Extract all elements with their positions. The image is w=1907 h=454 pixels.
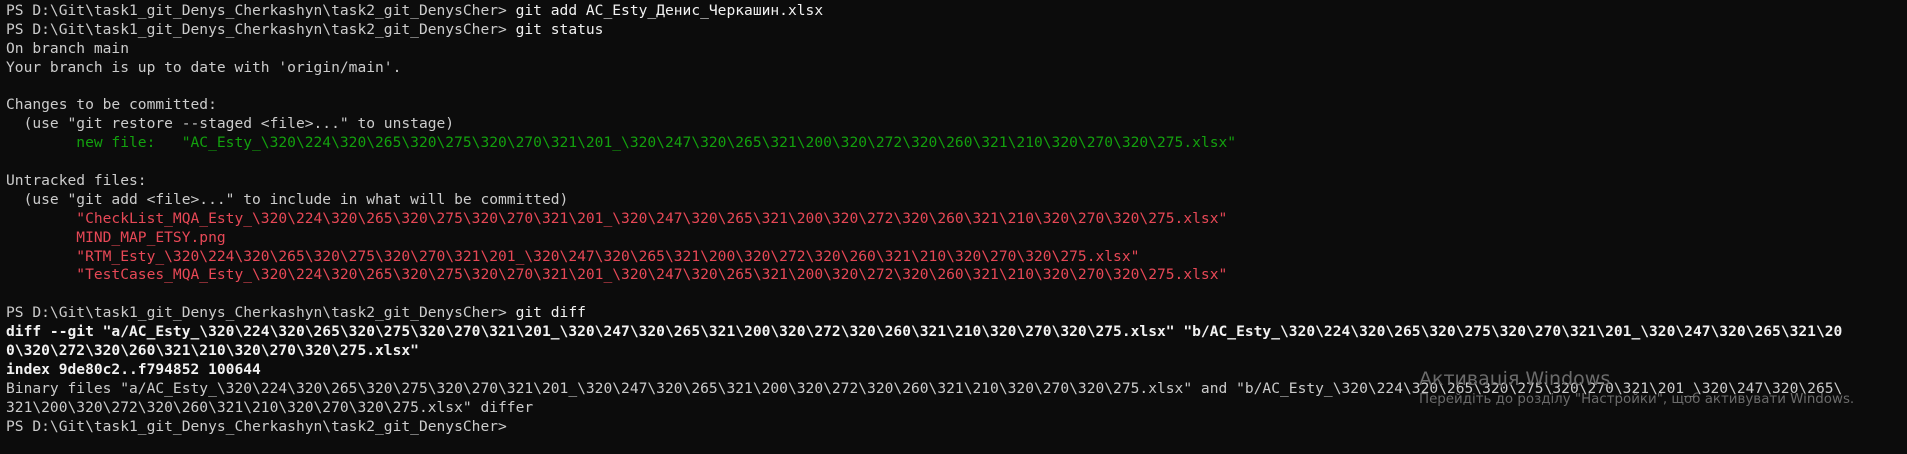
shell-prompt: PS D:\Git\task1_git_Denys_Cherkashyn\tas… [6,304,507,322]
untracked-file-entry: "TestCases_MQA_Esty_\320\224\320\265\320… [6,266,1228,284]
diff-header-line: diff --git "a/AC_Esty_\320\224\320\265\3… [6,323,1843,341]
command-text: git diff [506,304,586,322]
terminal-line: PS D:\Git\task1_git_Denys_Cherkashyn\tas… [6,304,1907,323]
terminal-line[interactable]: PS D:\Git\task1_git_Denys_Cherkashyn\tas… [6,418,1907,437]
uptodate-line: Your branch is up to date with 'origin/m… [6,58,402,76]
staged-hint: (use "git restore --staged <file>..." to… [6,115,455,133]
diff-header-line: 0\320\272\320\260\321\210\320\270\320\27… [6,342,419,360]
untracked-file-entry: MIND_MAP_ETSY.png [6,228,226,246]
branch-status-line: On branch main [6,39,130,57]
shell-prompt: PS D:\Git\task1_git_Denys_Cherkashyn\tas… [6,20,507,38]
terminal-window[interactable]: PS D:\Git\task1_git_Denys_Cherkashyn\tas… [0,0,1907,454]
terminal-line: PS D:\Git\task1_git_Denys_Cherkashyn\tas… [6,2,1907,21]
command-text: git status [506,20,604,38]
windows-activation-watermark: Активація Windows Перейдіть до розділу "… [1419,368,1854,408]
untracked-file-entry: "RTM_Esty_\320\224\320\265\320\275\320\2… [6,247,1140,265]
untracked-hint: (use "git add <file>..." to include in w… [6,190,569,208]
shell-prompt: PS D:\Git\task1_git_Denys_Cherkashyn\tas… [6,2,507,19]
untracked-file-entry: "CheckList_MQA_Esty_\320\224\320\265\320… [6,209,1228,227]
command-text: git add AC_Esty_Денис_Черкашин.xlsx [506,2,824,19]
staged-header: Changes to be committed: [6,96,217,114]
staged-file-entry: new file: "AC_Esty_\320\224\320\265\320\… [6,134,1237,152]
watermark-subtitle: Перейдіть до розділу "Настройки", щоб ак… [1419,391,1855,407]
shell-prompt: PS D:\Git\task1_git_Denys_Cherkashyn\tas… [6,417,507,435]
watermark-title: Активація Windows [1419,368,1611,390]
untracked-header: Untracked files: [6,172,147,190]
terminal-line: PS D:\Git\task1_git_Denys_Cherkashyn\tas… [6,21,1907,40]
